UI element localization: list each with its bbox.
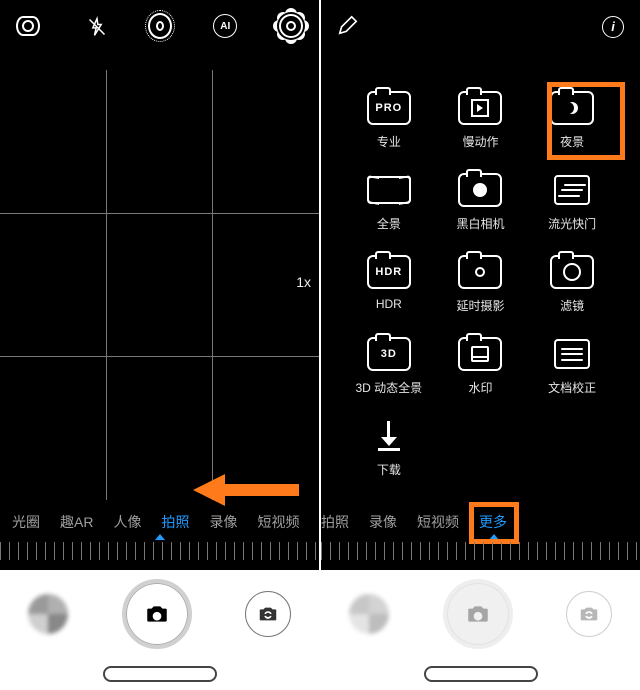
mode-photo[interactable]: 拍照 <box>151 512 199 532</box>
lightpaint-icon <box>554 175 590 205</box>
opt-mono[interactable]: 黑白相机 <box>445 172 515 232</box>
gridline <box>212 70 213 500</box>
mode-video[interactable]: 录像 <box>359 512 407 532</box>
docscan-icon <box>554 339 590 369</box>
nav-bar <box>321 658 640 690</box>
mode-more[interactable]: 更多 <box>309 512 319 532</box>
opt-panorama[interactable]: 全景 <box>354 172 424 232</box>
slowmo-icon <box>458 91 502 125</box>
opt-3dpano[interactable]: 3D3D 动态全景 <box>354 336 424 396</box>
switch-camera-button[interactable] <box>566 591 612 637</box>
shutter-button[interactable] <box>122 579 192 649</box>
shooter-row <box>0 570 319 658</box>
gridline <box>0 213 319 214</box>
phone-left-camera-screen: AI 1x 光圈 趣AR 人像 拍照 录像 短视频 更多 <box>0 0 319 690</box>
pro-icon: PRO <box>367 91 411 125</box>
mode-shortvideo[interactable]: 短视频 <box>247 512 309 532</box>
hdr-icon: HDR <box>367 255 411 289</box>
opt-slowmo[interactable]: 慢动作 <box>445 90 515 150</box>
opt-lightpaint[interactable]: 流光快门 <box>537 172 607 232</box>
camera-icon <box>144 601 170 627</box>
active-mode-caret-icon <box>155 534 165 540</box>
lens-icon[interactable] <box>148 14 172 38</box>
eye-icon[interactable] <box>16 14 40 38</box>
tick-ruler <box>0 542 319 560</box>
mode-strip[interactable]: 拍照 录像 短视频 更多 <box>321 510 640 534</box>
opt-docscan[interactable]: 文档校正 <box>537 336 607 396</box>
mode-video[interactable]: 录像 <box>199 512 247 532</box>
ai-icon[interactable]: AI <box>213 14 237 38</box>
watermark-icon <box>458 337 502 371</box>
night-icon <box>550 91 594 125</box>
tick-ruler <box>321 542 640 560</box>
mode-photo[interactable]: 拍照 <box>321 512 359 532</box>
top-icon-bar: i <box>321 0 640 45</box>
panorama-icon <box>367 176 411 204</box>
zoom-level[interactable]: 1x <box>296 274 311 290</box>
side-by-side-screenshots: AI 1x 光圈 趣AR 人像 拍照 录像 短视频 更多 <box>0 0 640 690</box>
phone-right-more-menu: i PRO专业 慢动作 夜景 全景 黑白相机 流光快门 HDRHDR 延时摄影 … <box>321 0 640 690</box>
opt-pro[interactable]: PRO专业 <box>354 90 424 150</box>
gridline <box>0 356 319 357</box>
gallery-thumbnail[interactable] <box>28 594 68 634</box>
viewfinder[interactable]: 1x <box>0 70 319 500</box>
mono-icon <box>458 173 502 207</box>
settings-icon[interactable] <box>279 14 303 38</box>
nav-bar <box>0 658 319 690</box>
edit-icon[interactable] <box>337 14 359 39</box>
mode-ar[interactable]: 趣AR <box>50 512 103 532</box>
mode-strip[interactable]: 光圈 趣AR 人像 拍照 录像 短视频 更多 <box>0 510 319 534</box>
switch-camera-icon <box>257 603 279 625</box>
filter-icon <box>550 255 594 289</box>
home-pill[interactable] <box>424 666 538 682</box>
gridline <box>106 70 107 500</box>
opt-download[interactable]: 下载 <box>354 418 424 478</box>
more-options-grid: PRO专业 慢动作 夜景 全景 黑白相机 流光快门 HDRHDR 延时摄影 滤镜… <box>321 80 640 478</box>
flash-off-icon[interactable] <box>82 14 106 38</box>
home-pill[interactable] <box>103 666 217 682</box>
opt-night[interactable]: 夜景 <box>537 90 607 150</box>
opt-filter[interactable]: 滤镜 <box>537 254 607 314</box>
camera-icon <box>465 601 491 627</box>
switch-camera-icon <box>578 603 600 625</box>
opt-watermark[interactable]: 水印 <box>445 336 515 396</box>
shutter-button[interactable] <box>443 579 513 649</box>
switch-camera-button[interactable] <box>245 591 291 637</box>
download-icon <box>377 421 401 451</box>
top-icon-bar: AI <box>0 0 319 48</box>
opt-timelapse[interactable]: 延时摄影 <box>445 254 515 314</box>
mode-shortvideo[interactable]: 短视频 <box>407 512 469 532</box>
opt-hdr[interactable]: HDRHDR <box>354 254 424 314</box>
shooter-row <box>321 570 640 658</box>
gallery-thumbnail[interactable] <box>349 594 389 634</box>
mode-more[interactable]: 更多 <box>469 512 517 532</box>
active-mode-caret-icon <box>489 534 499 540</box>
timelapse-icon <box>458 255 502 289</box>
info-icon[interactable]: i <box>602 16 624 38</box>
mode-portrait[interactable]: 人像 <box>103 512 151 532</box>
threed-pano-icon: 3D <box>367 337 411 371</box>
mode-aperture[interactable]: 光圈 <box>2 512 50 532</box>
